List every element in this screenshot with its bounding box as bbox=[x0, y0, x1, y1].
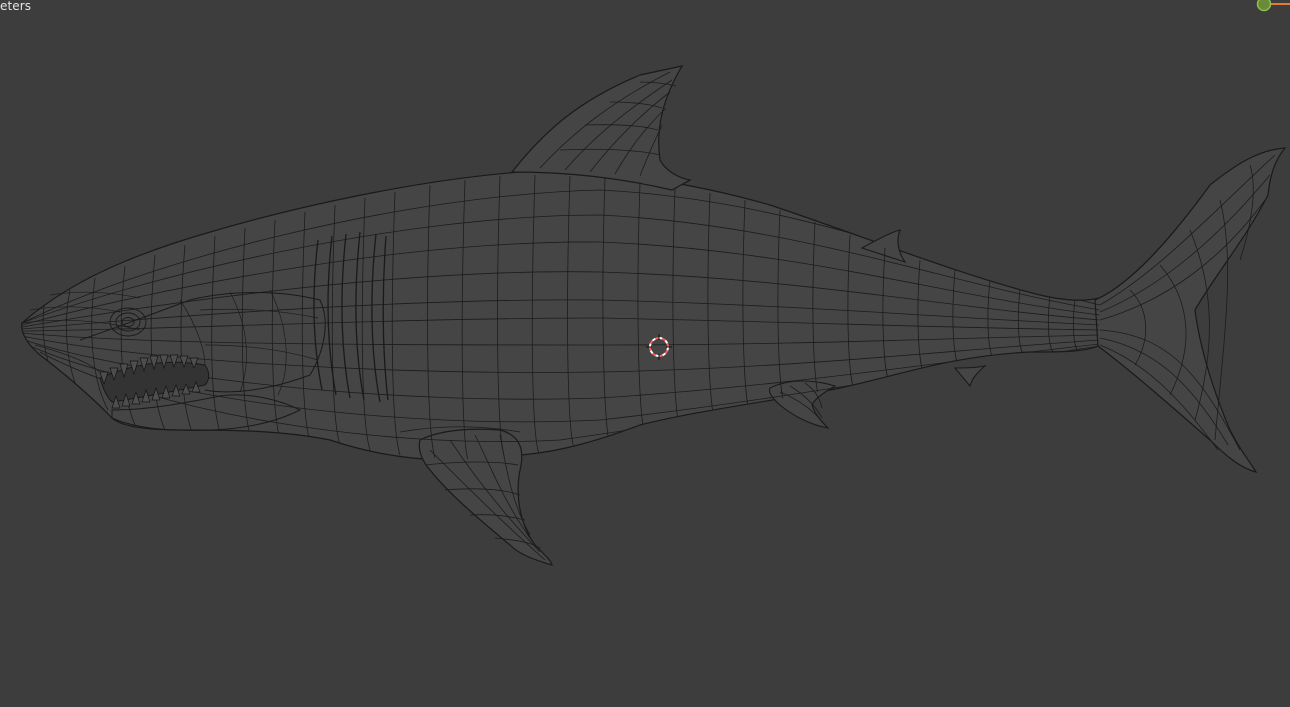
3d-cursor-icon[interactable] bbox=[646, 334, 672, 360]
pelvic-fin bbox=[768, 380, 837, 429]
dorsal-fin bbox=[510, 65, 692, 191]
3d-viewport[interactable]: eters bbox=[0, 0, 1290, 707]
anal-fin bbox=[953, 365, 987, 388]
caudal-fin bbox=[1094, 147, 1287, 473]
shark-mesh[interactable] bbox=[0, 0, 1290, 707]
